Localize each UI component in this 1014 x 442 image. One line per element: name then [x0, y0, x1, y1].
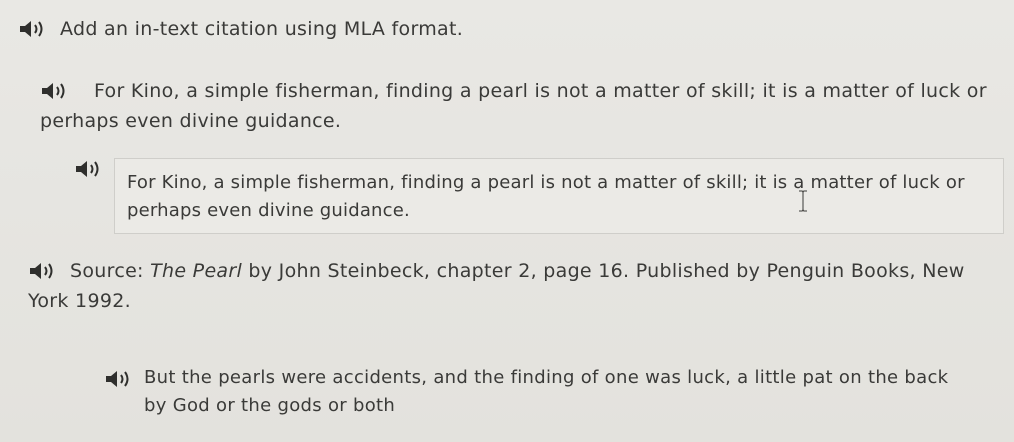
source-title: The Pearl	[150, 260, 243, 282]
speaker-icon[interactable]	[104, 368, 134, 390]
quote-paragraph: For Kino, a simple fisherman, finding a …	[40, 76, 1008, 136]
source-prefix: Source:	[70, 260, 151, 282]
pearls-quote-text: But the pearls were accidents, and the f…	[144, 367, 949, 416]
speaker-icon[interactable]	[18, 18, 48, 40]
quote-text: For Kino, a simple fisherman, finding a …	[40, 80, 987, 132]
pearls-quote-paragraph: But the pearls were accidents, and the f…	[104, 364, 964, 420]
source-paragraph: Source: The Pearl by John Steinbeck, cha…	[28, 256, 1008, 316]
speaker-icon[interactable]	[40, 80, 70, 102]
speaker-icon[interactable]	[74, 158, 104, 180]
speaker-icon[interactable]	[28, 260, 58, 282]
prompt-row: Add an in-text citation using MLA format…	[18, 18, 463, 44]
answer-textbox[interactable]: For Kino, a simple fisherman, finding a …	[114, 158, 1004, 234]
text-cursor-icon	[798, 190, 808, 212]
prompt-text: Add an in-text citation using MLA format…	[60, 18, 464, 40]
source-text: Source: The Pearl by John Steinbeck, cha…	[28, 256, 1008, 316]
